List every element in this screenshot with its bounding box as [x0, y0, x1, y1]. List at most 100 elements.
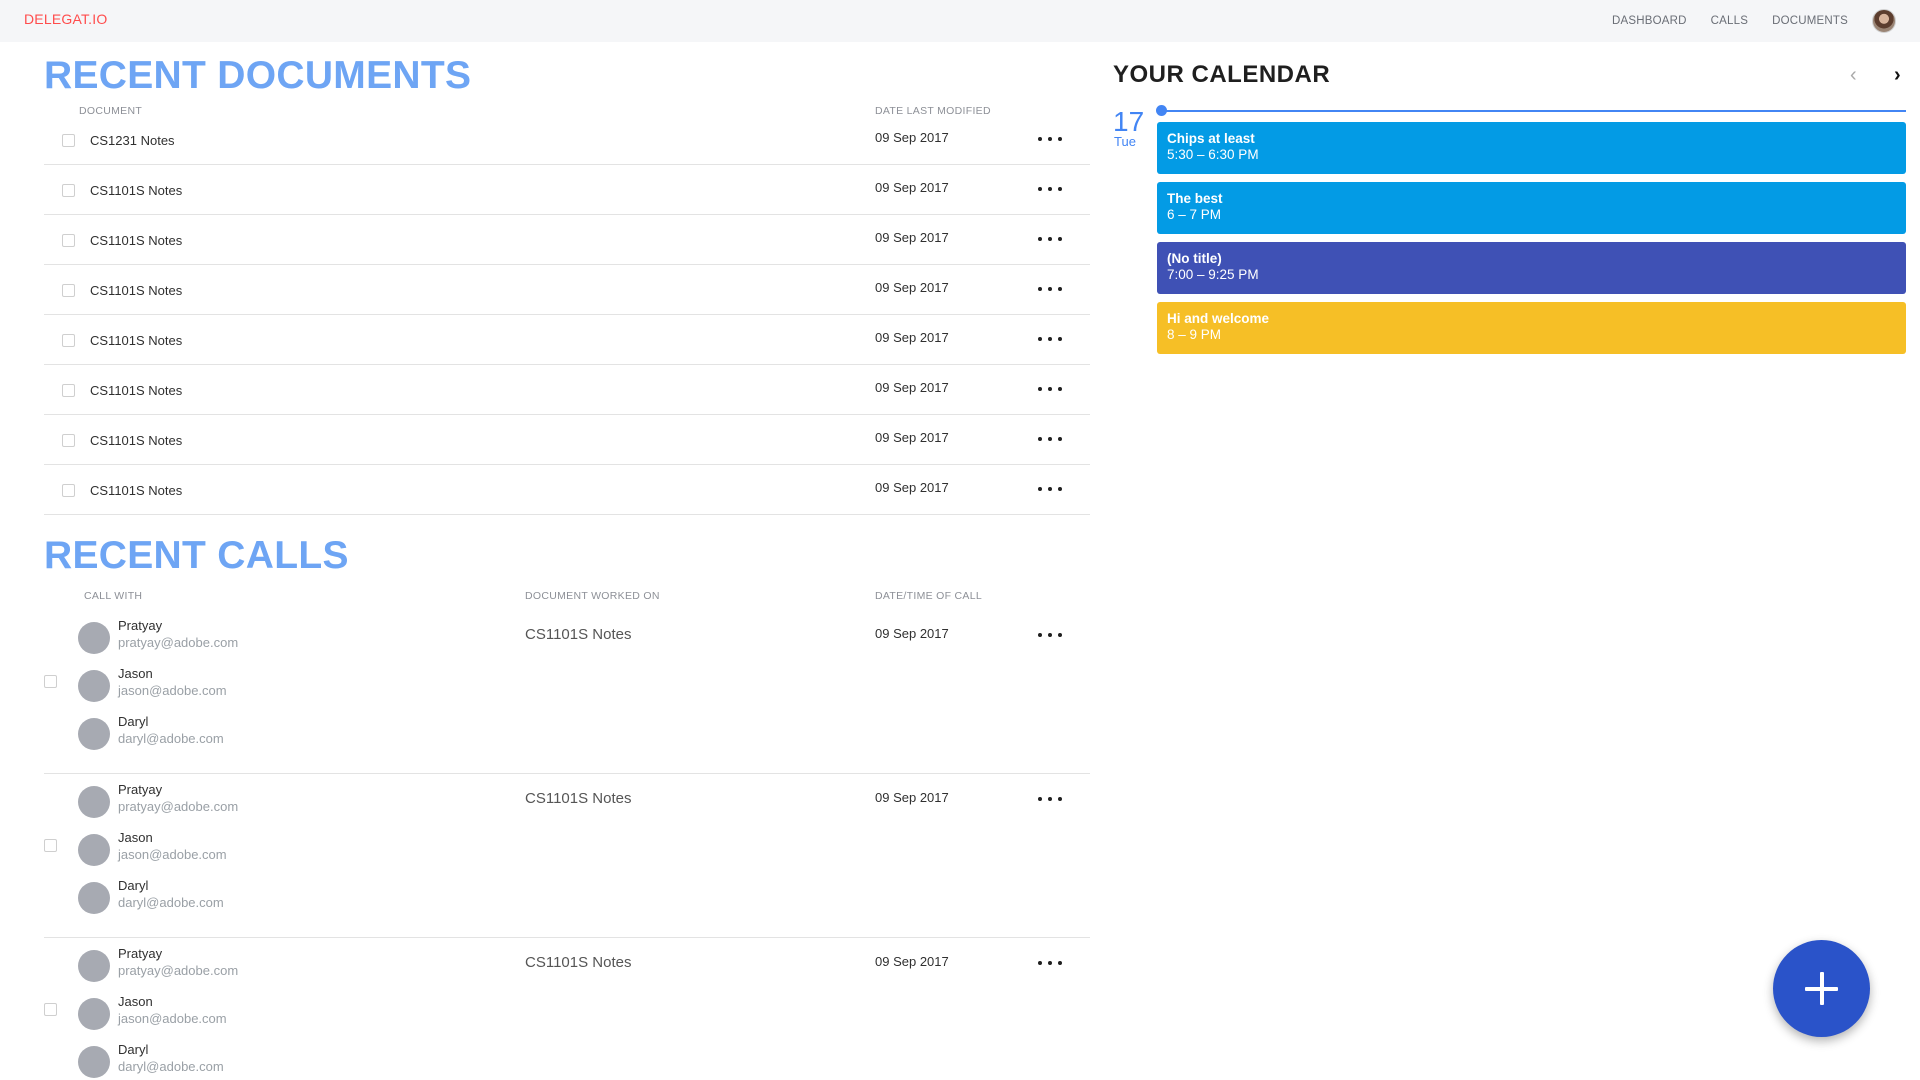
calendar-title: YOUR CALENDAR — [1113, 61, 1331, 88]
row-checkbox[interactable] — [62, 284, 75, 297]
table-row[interactable]: CS1101S Notes 09 Sep 2017 — [44, 215, 1090, 265]
chevron-left-icon[interactable]: ‹ — [1850, 64, 1857, 87]
document-date: 09 Sep 2017 — [875, 180, 949, 195]
event-title: The best — [1167, 191, 1223, 206]
document-name[interactable]: CS1101S Notes — [90, 383, 182, 398]
add-button[interactable] — [1773, 940, 1870, 1037]
event-title: Hi and welcome — [1167, 311, 1270, 326]
call-document[interactable]: CS1101S Notes — [525, 626, 631, 643]
table-row[interactable]: CS1101S Notes 09 Sep 2017 — [44, 415, 1090, 465]
participant-name: Daryl — [118, 878, 149, 893]
more-options-icon[interactable] — [1038, 958, 1062, 968]
table-row[interactable]: CS1231 Notes 09 Sep 2017 — [44, 115, 1090, 165]
row-checkbox[interactable] — [44, 839, 57, 852]
table-row[interactable]: CS1101S Notes 09 Sep 2017 — [44, 165, 1090, 215]
document-date: 09 Sep 2017 — [875, 380, 949, 395]
more-options-icon[interactable] — [1038, 134, 1062, 144]
calendar-event[interactable]: The best 6 – 7 PM — [1157, 182, 1906, 234]
table-row[interactable]: Pratyay pratyay@adobe.com Jason jason@ad… — [44, 774, 1090, 938]
call-date: 09 Sep 2017 — [875, 954, 949, 969]
avatar — [78, 998, 110, 1030]
participant-name: Jason — [118, 994, 153, 1009]
call-date: 09 Sep 2017 — [875, 790, 949, 805]
row-checkbox[interactable] — [62, 334, 75, 347]
avatar — [78, 882, 110, 914]
row-checkbox[interactable] — [44, 675, 57, 688]
table-row[interactable]: CS1101S Notes 09 Sep 2017 — [44, 265, 1090, 315]
document-name[interactable]: CS1101S Notes — [90, 483, 182, 498]
participant-name: Daryl — [118, 1042, 149, 1057]
more-options-icon[interactable] — [1038, 334, 1062, 344]
more-options-icon[interactable] — [1038, 484, 1062, 494]
row-checkbox[interactable] — [62, 134, 75, 147]
table-row[interactable]: CS1101S Notes 09 Sep 2017 — [44, 315, 1090, 365]
document-date: 09 Sep 2017 — [875, 330, 949, 345]
current-time-dot — [1156, 105, 1167, 116]
row-checkbox[interactable] — [62, 434, 75, 447]
nav-documents[interactable]: DOCUMENTS — [1772, 15, 1848, 27]
chevron-right-icon[interactable]: › — [1894, 64, 1901, 87]
calendar-event[interactable]: Chips at least 5:30 – 6:30 PM — [1157, 122, 1906, 174]
user-avatar[interactable] — [1872, 9, 1896, 33]
avatar — [78, 950, 110, 982]
document-worked-on-column-header: DOCUMENT WORKED ON — [525, 590, 660, 602]
participant-email: jason@adobe.com — [118, 847, 227, 862]
more-options-icon[interactable] — [1038, 434, 1062, 444]
event-title: (No title) — [1167, 251, 1222, 266]
avatar — [78, 670, 110, 702]
participant-name: Daryl — [118, 714, 149, 729]
row-checkbox[interactable] — [44, 1003, 57, 1016]
participant-email: daryl@adobe.com — [118, 1059, 224, 1074]
calendar-day-name: Tue — [1114, 134, 1136, 149]
documents-table: CS1231 Notes 09 Sep 2017 CS1101S Notes 0… — [44, 115, 1090, 515]
participant-email: pratyay@adobe.com — [118, 963, 239, 978]
calendar-event[interactable]: (No title) 7:00 – 9:25 PM — [1157, 242, 1906, 294]
document-name[interactable]: CS1231 Notes — [90, 133, 175, 148]
more-options-icon[interactable] — [1038, 630, 1062, 640]
row-checkbox[interactable] — [62, 484, 75, 497]
document-name[interactable]: CS1101S Notes — [90, 283, 182, 298]
recent-documents-title: RECENT DOCUMENTS — [44, 54, 472, 97]
event-time: 6 – 7 PM — [1167, 207, 1222, 222]
document-name[interactable]: CS1101S Notes — [90, 433, 182, 448]
nav-calls[interactable]: CALLS — [1711, 15, 1748, 27]
document-name[interactable]: CS1101S Notes — [90, 333, 182, 348]
table-row[interactable]: Pratyay pratyay@adobe.com Jason jason@ad… — [44, 610, 1090, 774]
avatar — [78, 718, 110, 750]
table-row[interactable]: CS1101S Notes 09 Sep 2017 — [44, 465, 1090, 515]
more-options-icon[interactable] — [1038, 284, 1062, 294]
table-row[interactable]: Pratyay pratyay@adobe.com Jason jason@ad… — [44, 938, 1090, 1080]
event-time: 7:00 – 9:25 PM — [1167, 267, 1259, 282]
participant-email: daryl@adobe.com — [118, 731, 224, 746]
top-nav: DASHBOARD CALLS DOCUMENTS — [1612, 0, 1920, 42]
participant-name: Jason — [118, 666, 153, 681]
row-checkbox[interactable] — [62, 384, 75, 397]
recent-calls-title: RECENT CALLS — [44, 534, 349, 577]
document-name[interactable]: CS1101S Notes — [90, 183, 182, 198]
participant-email: jason@adobe.com — [118, 1011, 227, 1026]
call-document[interactable]: CS1101S Notes — [525, 790, 631, 807]
document-name[interactable]: CS1101S Notes — [90, 233, 182, 248]
more-options-icon[interactable] — [1038, 384, 1062, 394]
document-date: 09 Sep 2017 — [875, 280, 949, 295]
more-options-icon[interactable] — [1038, 234, 1062, 244]
current-time-line — [1162, 110, 1906, 112]
call-date: 09 Sep 2017 — [875, 626, 949, 641]
table-row[interactable]: CS1101S Notes 09 Sep 2017 — [44, 365, 1090, 415]
document-date: 09 Sep 2017 — [875, 430, 949, 445]
avatar — [78, 834, 110, 866]
nav-dashboard[interactable]: DASHBOARD — [1612, 15, 1687, 27]
participant-email: pratyay@adobe.com — [118, 635, 239, 650]
more-options-icon[interactable] — [1038, 184, 1062, 194]
participant-email: pratyay@adobe.com — [118, 799, 239, 814]
brand-logo[interactable]: DELEGAT.IO — [24, 11, 107, 27]
document-date: 09 Sep 2017 — [875, 230, 949, 245]
call-document[interactable]: CS1101S Notes — [525, 954, 631, 971]
avatar — [78, 622, 110, 654]
calendar-event[interactable]: Hi and welcome 8 – 9 PM — [1157, 302, 1906, 354]
row-checkbox[interactable] — [62, 184, 75, 197]
call-datetime-column-header: DATE/TIME OF CALL — [875, 590, 983, 602]
row-checkbox[interactable] — [62, 234, 75, 247]
more-options-icon[interactable] — [1038, 794, 1062, 804]
avatar — [78, 786, 110, 818]
